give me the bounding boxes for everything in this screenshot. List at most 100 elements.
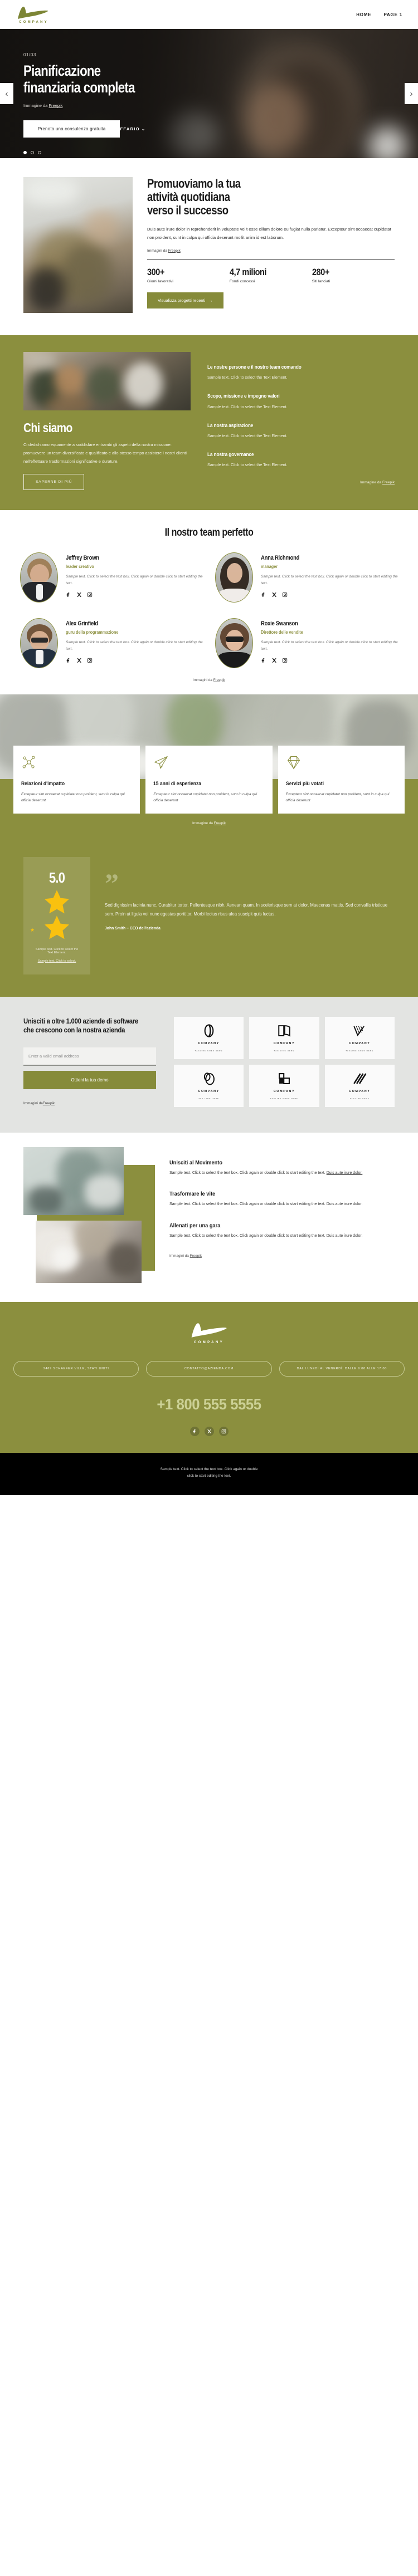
split-list-item: Allenati per una gara Sample text. Click… [169,1222,395,1240]
brand-tagline: TAGLINE GOES HERE [195,1050,223,1052]
footer-email-pill[interactable]: CONTATTO@AZIENDA.COM [146,1360,272,1377]
quote-mark-icon: ” [105,867,119,899]
arrow-right-icon: → [208,297,213,303]
newsletter-credit-link[interactable]: Freepik [43,1101,55,1105]
quote-column: ” Sed dignissim lacinia nunc. Curabitur … [105,857,395,974]
team-member-socials [66,658,203,663]
features-section: Immagine da Freepik Relazioni d'impatto … [0,694,418,843]
instagram-icon[interactable] [218,1426,229,1436]
team-member-name: Roxie Swanson [261,620,298,627]
team-member-socials [261,658,398,663]
hero-dot-2[interactable] [31,151,34,155]
about-section: Chi siamo Ci dedichiamo equamente a sodd… [0,335,418,510]
promo-stats: 300+ Giorni lavorativi 4,7 milioni Fondi… [147,267,395,283]
split-item-link[interactable]: Duis aute irure dolor. [327,1171,363,1175]
promo-body: Promuoviamo la tua attività quotidiana v… [147,177,395,308]
about-item-text: Sample text. Click to select the Text El… [207,433,288,439]
x-icon[interactable] [271,592,277,598]
instagram-icon[interactable] [282,592,288,598]
brand-name: COMPANY [349,1042,371,1046]
hero-credit-prefix: Immagine da [23,103,49,109]
site-logo[interactable]: COMPANY [16,6,50,24]
get-demo-button[interactable]: Ottieni la tua demo [23,1070,156,1089]
stat-label: Fondi concessi [229,279,255,283]
logo-wordmark: COMPANY [19,20,48,24]
team-credit-prefix: Immagini da [193,678,213,682]
x-icon[interactable] [76,658,82,663]
split-list-item: Unisciti al Movimento Sample text. Click… [169,1159,395,1177]
facebook-icon[interactable] [261,658,266,663]
promo-photo [23,177,133,313]
facebook-icon[interactable] [261,592,266,598]
x-icon[interactable] [271,658,277,663]
promo-section: Promuoviamo la tua attività quotidiana v… [0,158,418,335]
x-icon[interactable] [204,1426,214,1436]
team-member-socials [66,592,203,598]
split-item-title: Trasformare le vite [169,1191,216,1198]
nav-item-home[interactable]: HOME [356,12,371,17]
hero-credit-link[interactable]: Freepik [48,103,62,108]
brand-logo-cell: COMPANY TAGLINE GOES HERE [324,1016,395,1059]
team-title: Il nostro team perfetto [164,526,254,538]
features-credit-link[interactable]: Freepik [214,821,226,825]
split-credit-prefix: Immagini da [169,1254,190,1258]
view-recent-projects-button[interactable]: Visualizza progetti recenti → [147,292,223,308]
feature-card[interactable]: Servizi più votati Excepteur sint occaec… [278,745,405,814]
rating-caption: Sample text. Click to select the Text El… [35,947,79,954]
features-credit-prefix: Immagine da [192,821,214,825]
split-item-title: Unisciti al Movimento [169,1159,222,1166]
book-consultation-button[interactable]: Prenota una consulenza gratuita [23,120,120,138]
team-member-info: Alex Grinfield guru della programmazione… [66,618,203,663]
instagram-icon[interactable] [282,658,288,663]
facebook-icon[interactable] [66,658,71,663]
footer-bottom-line-1: Sample text. Click to select the text bo… [160,1467,258,1471]
chevron-down-icon: ⌄ [141,126,146,132]
nav-item-page1[interactable]: PAGE 1 [383,12,402,17]
facebook-icon[interactable] [189,1426,200,1436]
hero-next-arrow-icon[interactable]: › [405,83,418,104]
brand-logo-cell: COMPANY TAGLINE GOES HERE [174,1016,244,1059]
logo-swoosh-icon [18,6,48,19]
team-member-name: Jeffrey Brown [66,554,99,561]
instagram-icon[interactable] [87,592,93,598]
brand-name: COMPANY [349,1090,371,1094]
feature-cards: Relazioni d'impatto Excepteur sint occae… [13,745,405,814]
hero-prev-arrow-icon[interactable]: ‹ [0,83,13,104]
stat-label: Siti lanciati [312,279,330,283]
instagram-icon[interactable] [87,658,93,663]
hero-dot-1[interactable] [23,151,27,155]
feature-card-text: Excepteur sint occaecat cupidatat non pr… [21,792,125,802]
team-member-role: leader creativo [66,564,94,569]
about-credit-link[interactable]: Freepik [382,481,395,484]
hero-slide-counter: 01/03 [23,52,37,57]
rating-link[interactable]: Sample text. Click to select. [38,959,76,963]
site-header: COMPANY HOME PAGE 1 [0,0,418,29]
footer-address-pill[interactable]: 2469 SCHAEFER VILLE, STATI UNITI [13,1360,139,1377]
promo-title-line-2: attività quotidiana [147,190,230,204]
brand-logo-cell: COMPANY TAGLINE HERE [324,1064,395,1107]
pricing-dropdown-button[interactable]: TARIFFARIO ⌄ [108,126,145,131]
about-list-item: Le nostre persone e il nostro team coman… [207,364,395,380]
feature-card[interactable]: Relazioni d'impatto Excepteur sint occae… [13,745,140,814]
hero-dot-3[interactable] [38,151,41,155]
x-icon[interactable] [76,592,82,598]
promo-credit-link[interactable]: Freepik [168,249,181,253]
footer-bottom-line-2: click to start editing the text. [187,1473,231,1478]
rating-value: 5.0 [48,869,65,886]
hero-image-credit: Immagine da Freepik [23,103,223,108]
team-member-name: Anna Richmond [261,554,300,561]
about-item-title: La nostra governance [207,452,254,458]
footer-phone-number[interactable]: +1 800 555 5555 [29,1395,389,1413]
feature-card-text: Excepteur sint occaecat cupidatat non pr… [285,792,390,802]
feature-card[interactable]: 15 anni di esperienza Excepteur sint occ… [145,745,273,814]
avatar [215,552,253,603]
footer-hours-pill[interactable]: DAL LUNEDÌ AL VENERDÌ: DALLE 9:00 ALLE 1… [279,1360,405,1377]
facebook-icon[interactable] [66,592,71,598]
split-item-title: Allenati per una gara [169,1222,221,1230]
about-text: Ci dedichiamo equamente a soddisfare ent… [23,442,187,464]
learn-more-button[interactable]: SAPERNE DI PIÙ [23,473,85,490]
email-input[interactable] [23,1047,156,1066]
newsletter-section: Unisciti a oltre 1.000 aziende di softwa… [0,996,418,1133]
team-credit-link[interactable]: Freepik [213,678,225,682]
split-credit-link[interactable]: Freepik [190,1254,202,1258]
